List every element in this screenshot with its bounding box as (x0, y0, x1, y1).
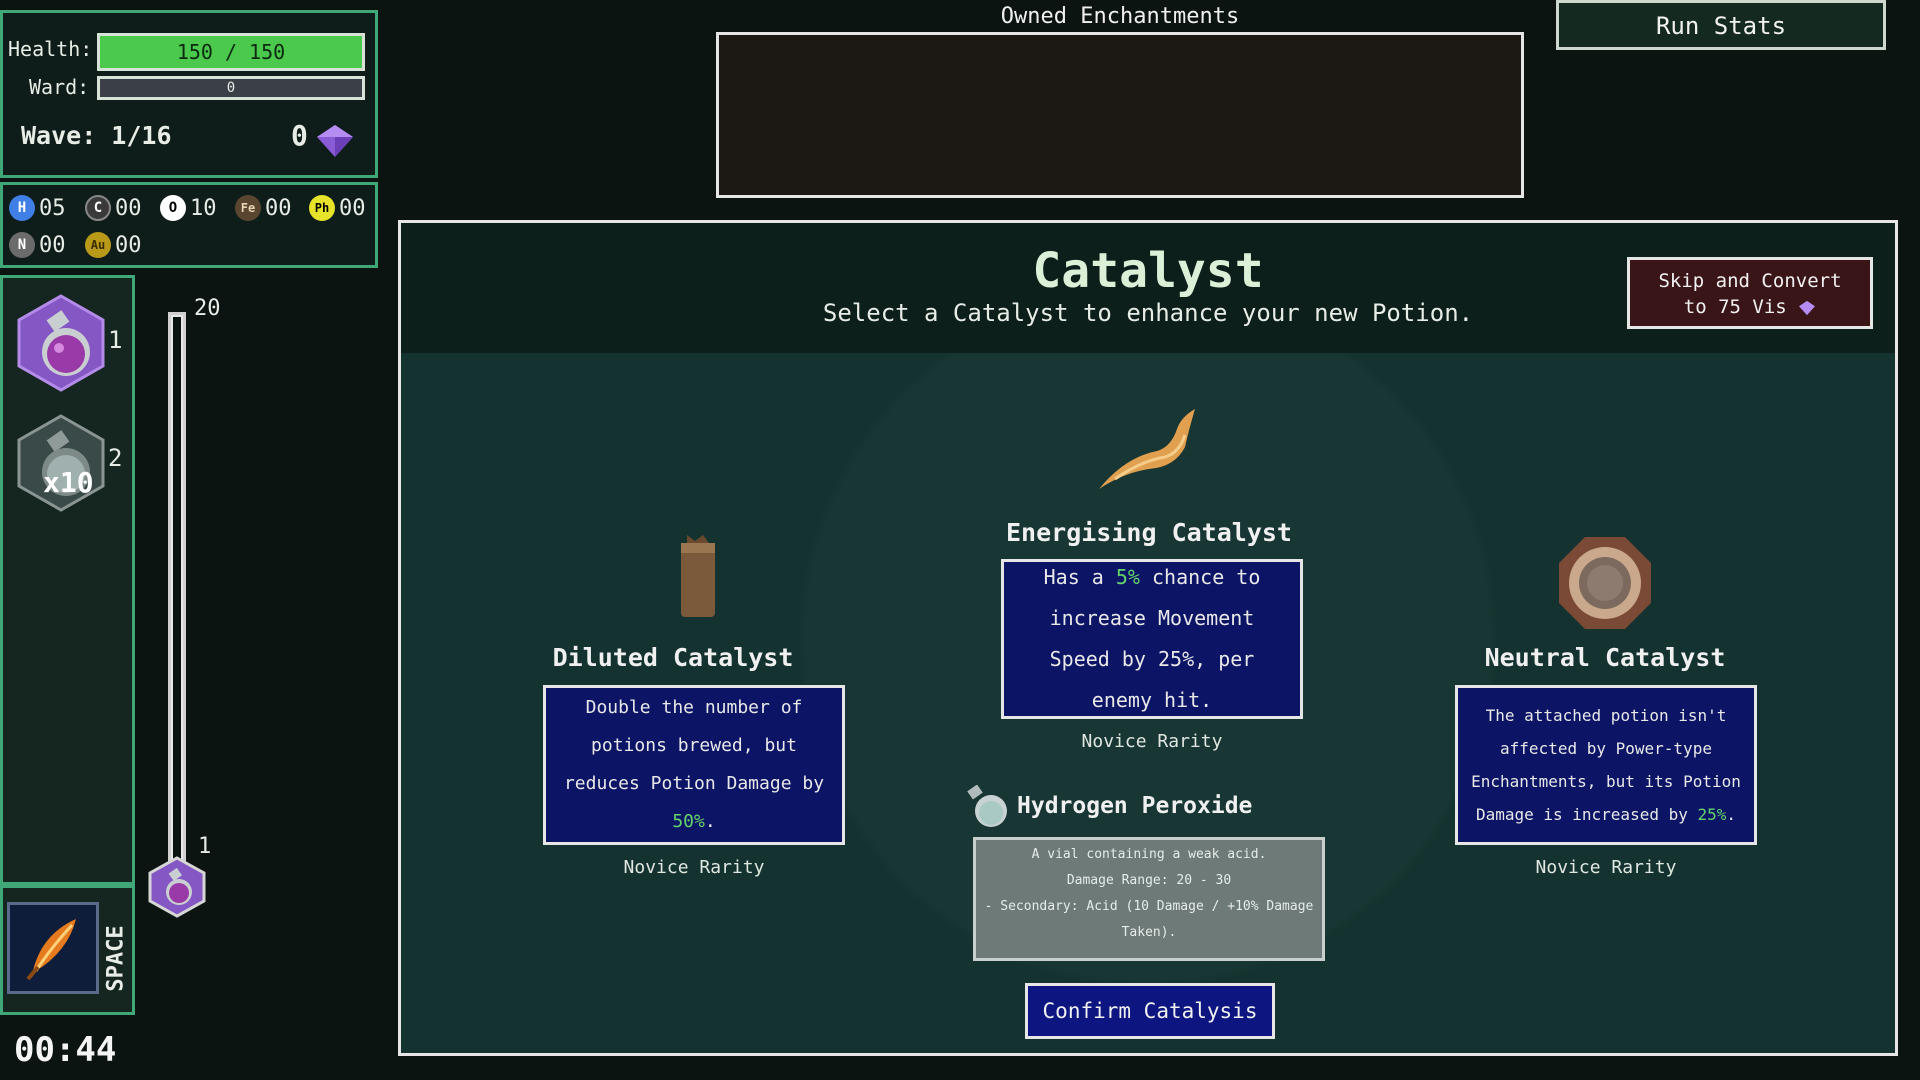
run-timer: 00:44 (14, 1030, 117, 1070)
vis-gem-icon (317, 125, 353, 157)
skill-panel: SPACE (0, 885, 135, 1015)
oxygen-icon: O (160, 195, 186, 221)
element-count: 05 (39, 195, 66, 221)
potion-slot-1[interactable] (11, 292, 111, 392)
skill-key: SPACE (101, 912, 131, 1004)
potion-desc-line4: Taken). (1121, 925, 1177, 940)
health-label: Health: (8, 37, 93, 61)
neutral-catalyst-desc: The attached potion isn't affected by Po… (1466, 699, 1746, 831)
skip-and-convert-button[interactable]: Skip and Convert to 75 Vis (1627, 257, 1873, 329)
slot-1-key: 1 (108, 326, 123, 354)
element-o: O 10 (160, 195, 217, 221)
feather-icon (26, 919, 76, 981)
hydrogen-icon: H (9, 195, 35, 221)
owned-enchantments-title: Owned Enchantments (1000, 4, 1240, 29)
energising-catalyst-rarity: Novice Rarity (1081, 731, 1223, 752)
element-count: 00 (339, 195, 366, 221)
desc-text: Double the number of potions brewed, but… (563, 697, 825, 794)
queue-top-label: 20 (194, 296, 221, 321)
diluted-catalyst-name: Diluted Catalyst (552, 643, 794, 672)
queue-potion-icon (148, 856, 206, 918)
energising-catalyst-icon (1099, 409, 1195, 489)
skill-key-label: SPACE (103, 924, 129, 992)
element-c: C 00 (85, 195, 142, 221)
catalyst-header: Catalyst Select a Catalyst to enhance yo… (401, 223, 1895, 353)
elements-panel: H 05 C 00 O 10 Fe 00 Ph 00 N 00 Au 00 (0, 182, 378, 268)
gold-icon: Au (85, 232, 111, 258)
element-h: H 05 (9, 195, 66, 221)
diluted-catalyst-rarity: Novice Rarity (623, 857, 765, 878)
element-count: 00 (265, 195, 292, 221)
iron-icon: Fe (235, 195, 261, 221)
energising-catalyst-name: Energising Catalyst (1006, 518, 1292, 547)
desc-highlight: 25% (1697, 805, 1727, 824)
desc-highlight: 50% (672, 811, 705, 832)
stats-panel: Health: 150 / 150 Ward: 0 Wave: 1/16 0 (0, 10, 378, 178)
desc-text: Has a (1043, 565, 1116, 589)
element-count: 00 (115, 195, 142, 221)
neutral-catalyst-card[interactable]: The attached potion isn't affected by Po… (1455, 685, 1757, 845)
slot-2-key: 2 (108, 444, 123, 472)
element-ph: Ph 00 (309, 195, 366, 221)
energising-catalyst-desc: Has a 5% chance to increase Movement Spe… (1018, 557, 1286, 721)
confirm-catalysis-button[interactable]: Confirm Catalysis (1025, 983, 1275, 1039)
element-count: 10 (190, 195, 217, 221)
run-stats-button[interactable]: Run Stats (1556, 0, 1886, 50)
diluted-catalyst-icon (681, 535, 715, 617)
nitrogen-icon: N (9, 232, 35, 258)
neutral-catalyst-name: Neutral Catalyst (1484, 643, 1726, 672)
element-au: Au 00 (85, 232, 142, 258)
purple-potion-icon (17, 294, 105, 392)
diluted-catalyst-desc: Double the number of potions brewed, but… (550, 689, 838, 841)
desc-text: . (1726, 805, 1737, 824)
vis-gem-icon (1799, 300, 1816, 315)
element-count: 00 (39, 232, 66, 258)
dash-skill-button[interactable] (7, 902, 99, 994)
skip-label-line2: to 75 Vis (1630, 294, 1870, 320)
potion-desc-line3: - Secondary: Acid (10 Damage / +10% Dama… (984, 899, 1314, 914)
desc-highlight: 5% (1115, 565, 1140, 589)
neutral-catalyst-icon (1559, 537, 1651, 629)
skip-label-line2-text: to 75 Vis (1683, 296, 1787, 318)
skip-label-line1: Skip and Convert (1658, 270, 1842, 292)
potion-desc-line2: Damage Range: 20 - 30 (1066, 873, 1232, 888)
ward-label: Ward: (29, 75, 90, 99)
neutral-catalyst-rarity: Novice Rarity (1535, 857, 1677, 878)
hydrogen-peroxide-icon (967, 785, 1007, 827)
element-count: 00 (115, 232, 142, 258)
owned-enchantments-area (716, 32, 1524, 198)
potion-description: A vial containing a weak acid. Damage Ra… (973, 837, 1325, 961)
slot-2-count: x10 (43, 466, 94, 499)
brew-queue-track (173, 317, 181, 873)
potion-desc-line1: A vial containing a weak acid. (1031, 847, 1267, 862)
carbon-icon: C (85, 195, 111, 221)
energising-catalyst-card[interactable]: Has a 5% chance to increase Movement Spe… (1001, 559, 1303, 719)
element-fe: Fe 00 (235, 195, 292, 221)
potion-name: Hydrogen Peroxide (1017, 793, 1253, 819)
phosphorus-icon: Ph (309, 195, 335, 221)
ward-bar: 0 (97, 76, 365, 100)
health-bar: 150 / 150 (97, 33, 365, 71)
element-n: N 00 (9, 232, 66, 258)
desc-text: . (704, 811, 716, 832)
vis-count: 0 (291, 119, 308, 152)
wave-counter: Wave: 1/16 (21, 121, 172, 150)
potion-inventory: 1 x10 2 (0, 275, 135, 885)
catalyst-panel: Catalyst Select a Catalyst to enhance yo… (398, 220, 1898, 1056)
diluted-catalyst-card[interactable]: Double the number of potions brewed, but… (543, 685, 845, 845)
